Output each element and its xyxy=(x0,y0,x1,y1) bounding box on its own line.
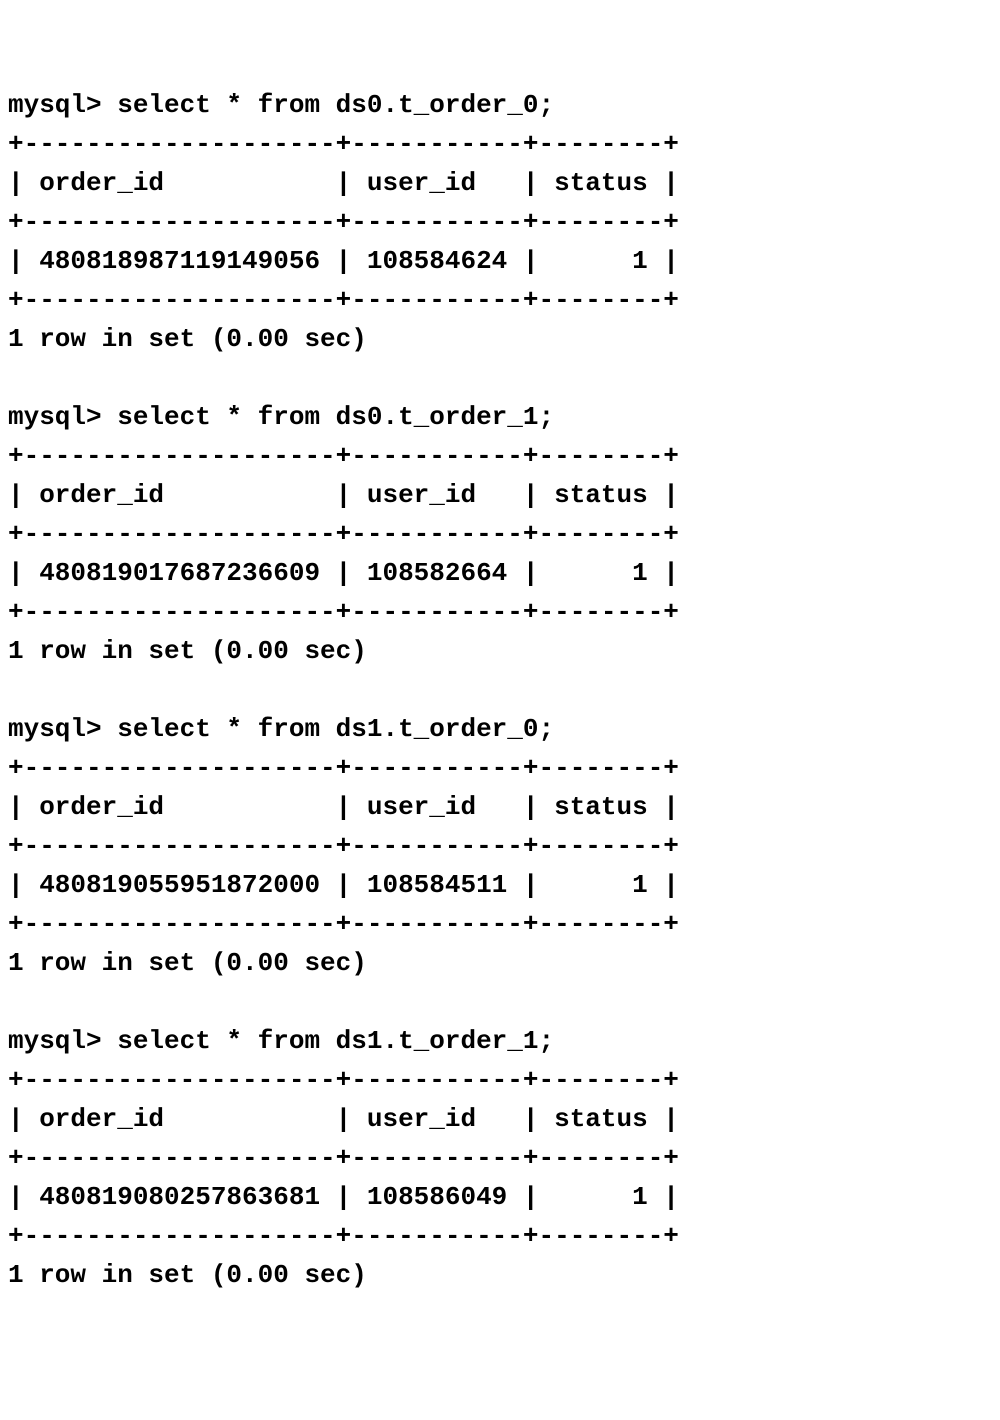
mysql-terminal-output: mysql> select * from ds0.t_order_0; +---… xyxy=(8,86,992,1295)
